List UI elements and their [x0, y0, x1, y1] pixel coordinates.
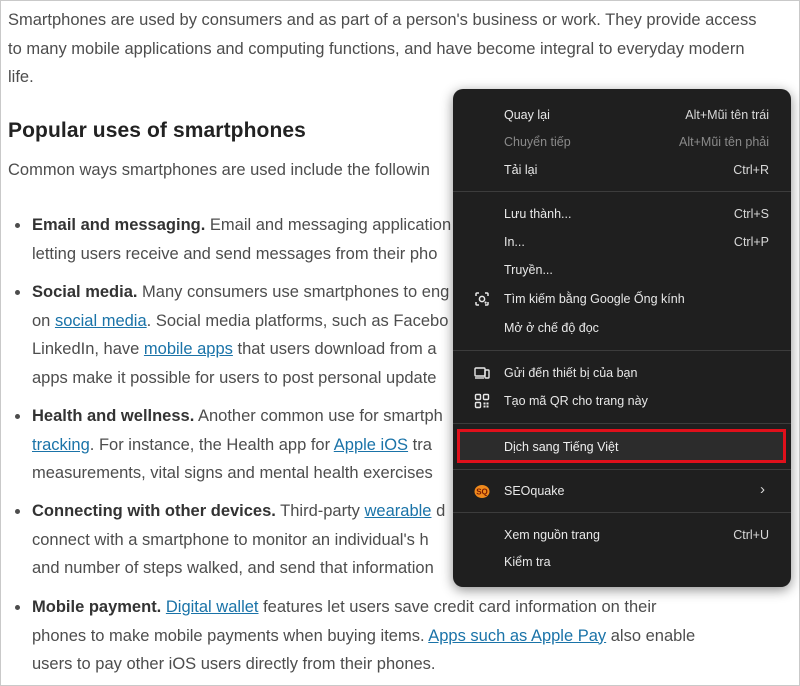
section-intro: Common ways smartphones are used include… — [8, 161, 430, 179]
apple-pay-link[interactable]: Apps such as Apple Pay — [428, 627, 606, 645]
menu-item-reading-mode[interactable]: Mở ở chế độ đọc — [453, 316, 791, 340]
menu-item-back[interactable]: Quay lại Alt+Mũi tên trái — [453, 103, 791, 127]
apple-ios-link[interactable]: Apple iOS — [334, 436, 408, 454]
intro-paragraph: Smartphones are used by consumers and as… — [8, 11, 757, 86]
digital-wallet-link[interactable]: Digital wallet — [166, 598, 259, 616]
context-menu: Quay lại Alt+Mũi tên trái Chuyển tiếp Al… — [453, 89, 791, 587]
svg-text:SQ: SQ — [476, 488, 488, 497]
wearable-link[interactable]: wearable — [365, 502, 432, 520]
section-heading: Popular uses of smartphones — [8, 119, 306, 142]
seoquake-icon: SQ — [474, 483, 490, 499]
chevron-right-icon: › — [760, 481, 765, 498]
menu-separator — [453, 423, 791, 424]
menu-item-view-source[interactable]: Xem nguồn trang Ctrl+U — [453, 523, 791, 547]
menu-item-reload[interactable]: Tải lại Ctrl+R — [453, 158, 791, 182]
google-lens-icon — [474, 291, 490, 307]
social-media-link[interactable]: social media — [55, 312, 147, 330]
mobile-apps-link[interactable]: mobile apps — [144, 340, 233, 358]
menu-item-print[interactable]: In... Ctrl+P — [453, 230, 791, 254]
menu-item-save-as[interactable]: Lưu thành... Ctrl+S — [453, 202, 791, 226]
menu-separator — [453, 191, 791, 192]
menu-separator — [453, 512, 791, 513]
menu-item-qr-code[interactable]: Tạo mã QR cho trang này — [453, 389, 791, 413]
send-to-device-icon — [474, 365, 490, 381]
menu-item-seoquake[interactable]: SQ SEOquake › — [453, 479, 791, 503]
list-item: Mobile payment. Digital wallet features … — [15, 593, 782, 679]
menu-separator — [453, 350, 791, 351]
menu-item-google-lens[interactable]: Tìm kiếm bằng Google Ống kính — [453, 287, 791, 311]
menu-item-cast[interactable]: Truyền... — [453, 258, 791, 282]
menu-item-send-to-device[interactable]: Gửi đến thiết bị của bạn — [453, 361, 791, 385]
menu-item-translate-vietnamese[interactable]: Dịch sang Tiếng Việt — [457, 429, 786, 463]
menu-item-inspect[interactable]: Kiểm tra — [453, 550, 791, 574]
menu-separator — [453, 469, 791, 470]
tracking-link[interactable]: tracking — [32, 436, 90, 454]
menu-item-forward: Chuyển tiếp Alt+Mũi tên phải — [504, 135, 769, 149]
qr-code-icon — [474, 393, 490, 409]
